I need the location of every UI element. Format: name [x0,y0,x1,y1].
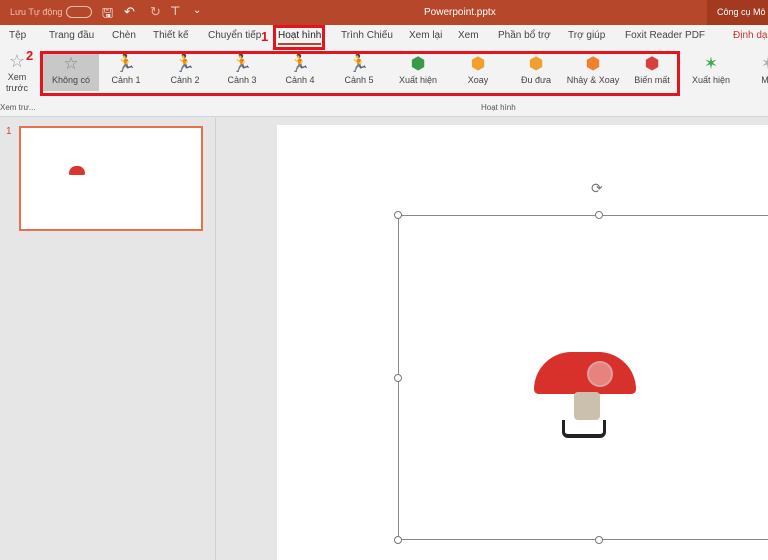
customize-icon[interactable]: ⌄ [193,5,201,16]
resize-handle[interactable] [394,536,402,544]
autosave-toggle[interactable] [66,6,92,18]
tab-foxit[interactable]: Foxit Reader PDF [625,30,705,41]
animation-appear-2[interactable]: ✶ Xuất hiện [683,53,739,91]
appear-2-icon: ✶ [703,54,719,73]
animation-fade[interactable]: ✶Mờ [740,53,768,91]
preview-label: Xem trước [6,72,28,93]
animation-label: Xuất hiện [691,75,731,85]
autosave-label: Lưu Tự động [10,7,63,17]
tab-design[interactable]: Thiết kế [153,30,189,41]
title-bar: Lưu Tự động 🖫 ↶ ↻ ⊤ ⌄ Powerpoint.pptx Cô… [0,0,768,25]
redo-icon[interactable]: ↻ [150,4,161,20]
preview-group-label: Xem trư... [0,103,36,112]
rotate-handle-icon[interactable]: ⟳ [591,180,603,197]
annotation-box-tab [273,25,325,50]
animation-group-label: Hoạt hình [481,103,516,112]
tab-slideshow[interactable]: Trình Chiếu [341,30,393,41]
slide-thumbnails-pane: 1 [0,118,216,560]
file-name: Powerpoint.pptx [424,7,496,18]
resize-handle[interactable] [394,211,402,219]
save-icon[interactable]: 🖫 [102,4,113,26]
context-tab[interactable]: Công cụ Mô h [707,0,768,25]
tab-review[interactable]: Xem lại [409,30,442,41]
tab-file[interactable]: Tệp [9,30,26,41]
slide-thumbnail[interactable] [19,126,203,231]
mushroom-thumb [69,166,85,175]
animation-path-icon [587,361,613,387]
ribbon-tabs: Tệp Trang đầu Chèn Thiết kế Chuyển tiếp … [0,25,768,47]
tab-help[interactable]: Trợ giúp [568,30,605,41]
annotation-number-2: 2 [26,48,34,63]
tab-view[interactable]: Xem [458,30,479,41]
tab-transitions[interactable]: Chuyển tiếp [208,30,261,41]
resize-handle[interactable] [595,211,603,219]
tab-home[interactable]: Trang đầu [49,30,94,41]
mushroom-image[interactable] [534,352,636,442]
tab-insert[interactable]: Chèn [112,30,136,41]
annotation-box-gallery [40,51,680,96]
present-icon[interactable]: ⊤ [170,4,180,18]
fade-icon: ✶ [740,53,768,75]
animation-label: Mờ [761,75,768,85]
undo-icon[interactable]: ↶ [124,4,135,20]
annotation-number-1: 1 [261,29,269,44]
tab-addins[interactable]: Phần bổ trợ [498,30,551,41]
tab-format[interactable]: Định dạ [733,30,767,41]
slide-number: 1 [6,126,12,137]
resize-handle[interactable] [394,374,402,382]
resize-handle[interactable] [595,536,603,544]
